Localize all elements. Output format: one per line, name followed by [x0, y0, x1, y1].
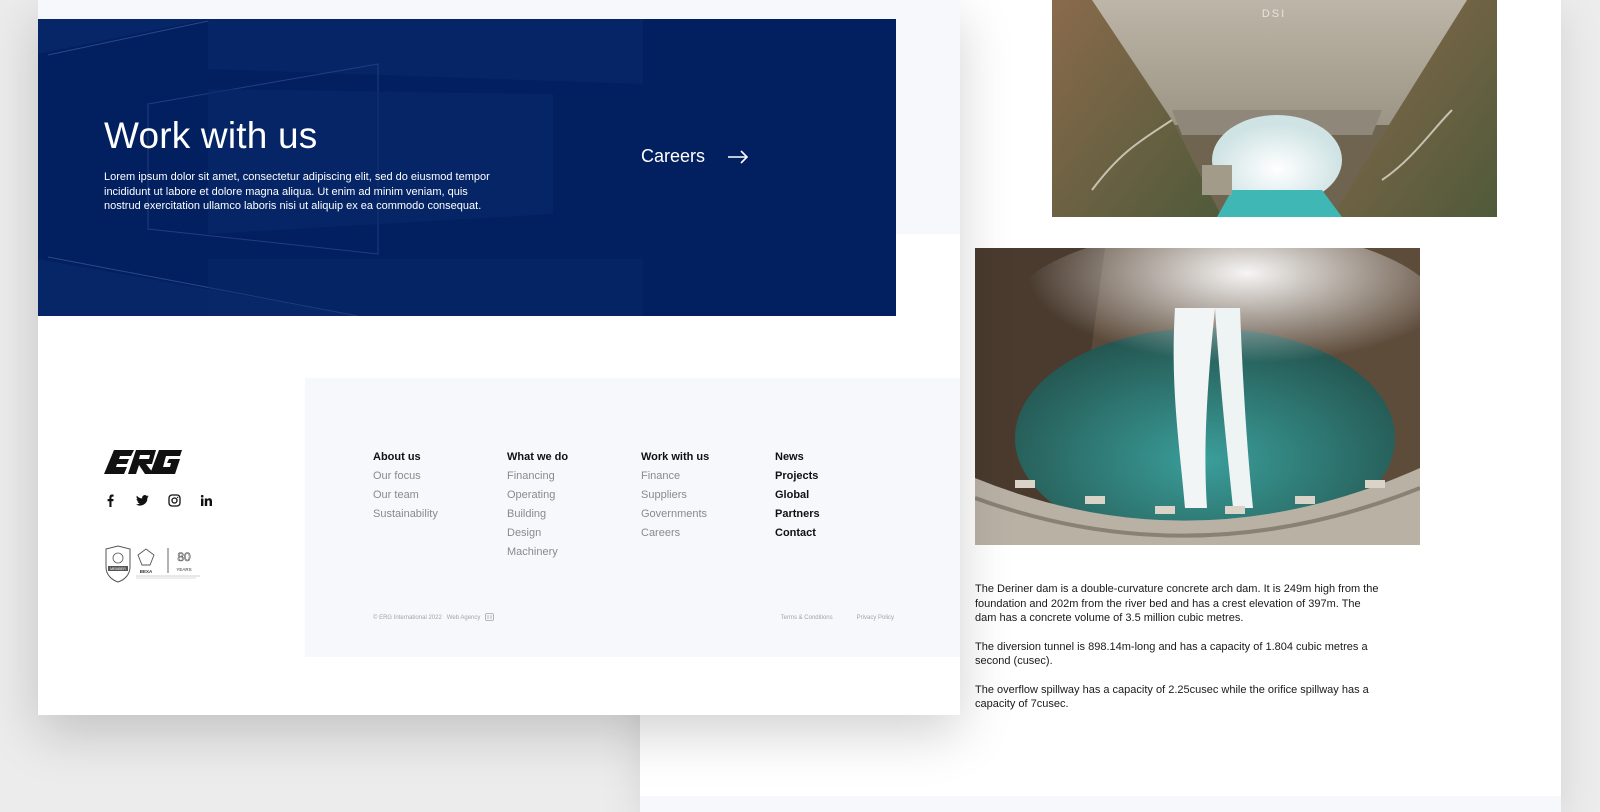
- spillway-photo: [975, 248, 1420, 545]
- copyright: © ERG International 2022: [373, 615, 442, 621]
- careers-label: Careers: [641, 146, 706, 166]
- footer-heading-about[interactable]: About us: [373, 448, 507, 467]
- careers-link[interactable]: Careers: [641, 146, 749, 167]
- banner-text: Lorem ipsum dolor sit amet, consectetur …: [104, 171, 490, 212]
- footer-navigation: About us Our focus Our team Sustainabili…: [373, 448, 909, 562]
- facebook-icon[interactable]: [104, 494, 117, 507]
- terms-link[interactable]: Terms & Conditions: [781, 615, 833, 621]
- banner-title: Work with us: [104, 115, 318, 156]
- footer-link[interactable]: Contact: [775, 524, 909, 543]
- footer-link[interactable]: Finance: [641, 467, 775, 486]
- instagram-icon[interactable]: [168, 494, 181, 507]
- privacy-link[interactable]: Privacy Policy: [857, 615, 894, 621]
- dam-sign: DSI: [1262, 8, 1286, 20]
- bexa-label: BEXA: [140, 569, 153, 574]
- dam-paragraph-1: The Deriner dam is a double-curvature co…: [975, 583, 1379, 624]
- footer-link[interactable]: Design: [507, 524, 641, 543]
- footer-link[interactable]: Operating: [507, 486, 641, 505]
- agency-logo-icon: [485, 613, 495, 623]
- dam-photo: DSI: [1052, 0, 1497, 217]
- footer-link[interactable]: Projects: [775, 467, 909, 486]
- footer-link[interactable]: Partners: [775, 505, 909, 524]
- footer-link[interactable]: Machinery: [507, 543, 641, 562]
- footer-column-what-we-do: What we do Financing Operating Building …: [507, 448, 641, 562]
- years-number: 80: [177, 550, 191, 564]
- dam-paragraph-3: The overflow spillway has a capacity of …: [975, 683, 1369, 711]
- social-links: [104, 494, 213, 507]
- footer-column-about: About us Our focus Our team Sustainabili…: [373, 448, 507, 562]
- footer-column-news: News Projects Global Partners Contact: [775, 448, 909, 562]
- agency-link[interactable]: Web Agency: [447, 615, 481, 621]
- footer-heading-what-we-do[interactable]: What we do: [507, 448, 641, 467]
- page-card: Work with us Lorem ipsum dolor sit amet,…: [38, 0, 960, 715]
- footer-link[interactable]: Suppliers: [641, 486, 775, 505]
- article-footer-band: [640, 796, 1561, 812]
- footer-link[interactable]: Financing: [507, 467, 641, 486]
- dam-description: The Deriner dam is a double-curvature co…: [975, 582, 1380, 726]
- footer-heading-news[interactable]: News: [775, 448, 909, 467]
- footer-link[interactable]: Global: [775, 486, 909, 505]
- footer-heading-work-with-us[interactable]: Work with us: [641, 448, 775, 467]
- footer-column-work-with-us: Work with us Finance Suppliers Governmen…: [641, 448, 775, 562]
- dam-paragraph-2: The diversion tunnel is 898.14m-long and…: [975, 640, 1368, 668]
- footer-link[interactable]: Sustainability: [373, 505, 507, 524]
- work-with-us-banner: Work with us Lorem ipsum dolor sit amet,…: [38, 19, 896, 316]
- footer-link[interactable]: Careers: [641, 524, 775, 543]
- side-strip: [896, 19, 960, 234]
- linkedin-icon[interactable]: [200, 494, 213, 507]
- footer-legal: © ERG International 2022 Web Agency Term…: [373, 613, 894, 623]
- banner-pattern: [38, 19, 643, 316]
- top-strip: [38, 0, 960, 19]
- footer-link[interactable]: Building: [507, 505, 641, 524]
- footer-link[interactable]: Our team: [373, 486, 507, 505]
- member-label: MEMBER: [110, 567, 126, 571]
- footer-link[interactable]: Governments: [641, 505, 775, 524]
- twitter-icon[interactable]: [136, 494, 149, 507]
- member-badge-icon: MEMBER BEXA 80 YEARS: [105, 545, 200, 583]
- erg-logo[interactable]: [104, 448, 184, 478]
- years-label: YEARS: [176, 567, 191, 572]
- accreditation-badges: MEMBER BEXA 80 YEARS: [104, 545, 200, 583]
- footer-link[interactable]: Our focus: [373, 467, 507, 486]
- arrow-right-icon: [727, 149, 749, 164]
